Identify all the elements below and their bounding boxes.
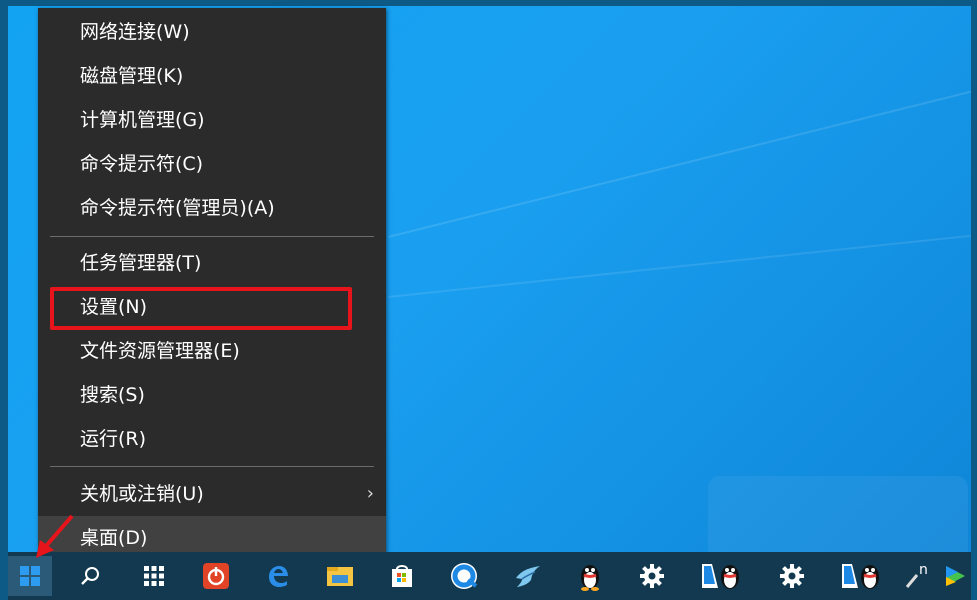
search-button[interactable] — [68, 556, 112, 596]
file-explorer-icon — [327, 567, 353, 586]
store-button[interactable] — [380, 556, 424, 596]
menu-item-shutdown-signout[interactable]: 关机或注销(U) › — [38, 472, 386, 516]
chevron-right-icon: › — [366, 483, 374, 504]
edge-icon — [269, 566, 288, 587]
apps-grid-icon — [144, 566, 164, 586]
menu-item-network-connections[interactable]: 网络连接(W) — [38, 10, 386, 54]
pen-icon: n — [905, 562, 928, 588]
qq-pinned-button[interactable] — [696, 556, 748, 596]
wallpaper-glow — [708, 476, 968, 552]
menu-item-command-prompt-admin[interactable]: 命令提示符(管理员)(A) — [38, 186, 386, 230]
search-icon — [81, 567, 99, 585]
pen-button[interactable]: n — [900, 556, 936, 596]
menu-item-disk-management[interactable]: 磁盘管理(K) — [38, 54, 386, 98]
start-button[interactable] — [8, 556, 52, 596]
taskbar: n — [8, 552, 971, 600]
settings-icon — [780, 564, 804, 588]
menu-item-command-prompt[interactable]: 命令提示符(C) — [38, 142, 386, 186]
settings-icon — [640, 564, 664, 588]
apps-grid-button[interactable] — [132, 556, 176, 596]
red-arrow-annotation — [36, 514, 74, 558]
video-player-icon — [945, 566, 965, 586]
browser-button[interactable] — [442, 556, 486, 596]
file-explorer-button[interactable] — [318, 556, 362, 596]
menu-separator — [50, 466, 374, 467]
browser-icon — [451, 563, 478, 589]
qq-pinned-icon — [842, 564, 879, 589]
qq-pinned-icon — [702, 564, 739, 589]
qq-icon — [581, 565, 599, 591]
bird-app-icon — [516, 566, 540, 587]
menu-item-run[interactable]: 运行(R) — [38, 417, 386, 461]
screen: 网络连接(W) 磁盘管理(K) 计算机管理(G) 命令提示符(C) 命令提示符(… — [0, 0, 977, 600]
power-app-icon — [203, 563, 229, 589]
settings-button-2[interactable] — [770, 556, 814, 596]
wallpaper-ray — [387, 66, 971, 238]
bird-app-button[interactable] — [506, 556, 550, 596]
edge-button[interactable] — [256, 556, 300, 596]
store-icon — [392, 565, 412, 587]
menu-item-settings[interactable]: 设置(N) — [38, 285, 386, 329]
wallpaper-ray — [387, 222, 971, 298]
windows-logo-icon — [20, 566, 40, 586]
menu-item-computer-management[interactable]: 计算机管理(G) — [38, 98, 386, 142]
menu-item-file-explorer[interactable]: 文件资源管理器(E) — [38, 329, 386, 373]
menu-item-task-manager[interactable]: 任务管理器(T) — [38, 241, 386, 285]
menu-separator — [50, 236, 374, 237]
qq-button[interactable] — [568, 556, 612, 596]
pen-glyph: n — [919, 562, 928, 578]
winx-context-menu: 网络连接(W) 磁盘管理(K) 计算机管理(G) 命令提示符(C) 命令提示符(… — [38, 8, 386, 568]
menu-item-search[interactable]: 搜索(S) — [38, 373, 386, 417]
power-app-button[interactable] — [194, 556, 238, 596]
menu-item-label: 关机或注销(U) — [80, 483, 204, 505]
qq-pinned-button-2[interactable] — [836, 556, 888, 596]
settings-button[interactable] — [630, 556, 674, 596]
video-player-button[interactable] — [938, 556, 971, 596]
